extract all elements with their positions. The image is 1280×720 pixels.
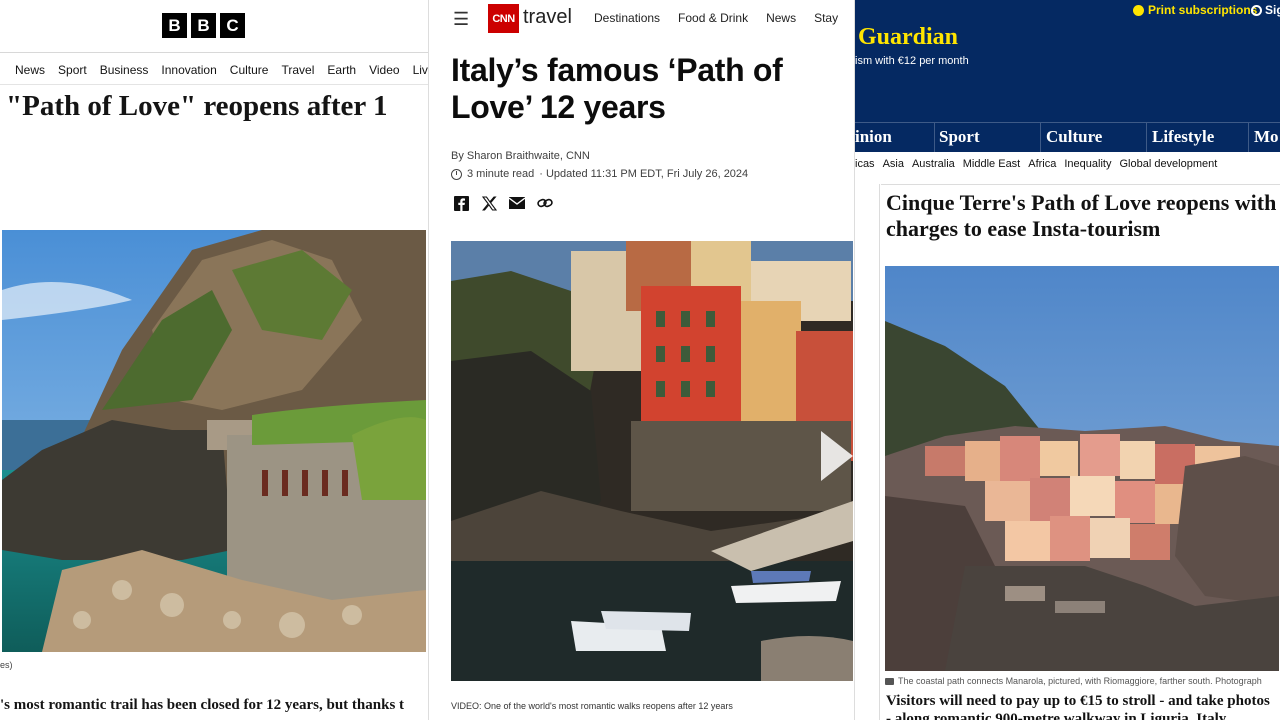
subnav-asia[interactable]: Asia <box>883 158 904 170</box>
pillar-opinion[interactable]: inion <box>855 123 935 152</box>
subnav-middle-east[interactable]: Middle East <box>963 158 1020 170</box>
bbc-nav-travel[interactable]: Travel <box>281 63 314 77</box>
photo-caption-text: The coastal path connects Manarola, pict… <box>898 676 1262 686</box>
divider <box>881 184 1280 185</box>
bbc-article-panel: B B C News Sport Business Innovation Cul… <box>0 0 428 720</box>
cnn-headline: Italy’s famous ‘Path of Love’ 12 years <box>451 52 783 125</box>
cnn-section-name[interactable]: travel <box>523 6 572 29</box>
cnn-video-thumbnail[interactable] <box>451 241 853 681</box>
guardian-logo[interactable]: Guardian <box>858 24 958 51</box>
bbc-nav-earth[interactable]: Earth <box>327 63 356 77</box>
bbc-nav-news[interactable]: News <box>15 63 45 77</box>
user-icon <box>1251 4 1262 16</box>
cnn-nav-destinations[interactable]: Destinations <box>594 11 660 25</box>
updated-timestamp: · Updated 11:31 PM EDT, Fri July 26, 202… <box>539 168 749 180</box>
pillar-lifestyle[interactable]: Lifestyle <box>1147 123 1249 152</box>
bbc-logo-letter: C <box>220 13 245 38</box>
guardian-pillar-nav: inion Sport Culture Lifestyle Mo <box>855 122 1280 152</box>
guardian-hero-photo <box>885 266 1279 671</box>
print-subscriptions-label: Print subscriptions <box>1148 3 1258 17</box>
link-icon[interactable] <box>537 195 553 211</box>
bbc-nav-video[interactable]: Video <box>369 63 399 77</box>
bbc-nav-bar: News Sport Business Innovation Culture T… <box>15 63 428 77</box>
clock-icon <box>451 168 462 180</box>
subnav-africa[interactable]: Africa <box>1028 158 1056 170</box>
cnn-nav-stay[interactable]: Stay <box>814 11 838 25</box>
guardian-headline: Cinque Terre's Path of Love reopens with… <box>886 190 1277 241</box>
camera-icon <box>885 677 894 685</box>
cnn-article-panel: ☰ CNN travel Destinations Food & Drink N… <box>428 0 854 720</box>
cnn-nav-food-drink[interactable]: Food & Drink <box>678 11 748 25</box>
guardian-standfirst: Visitors will need to pay up to €15 to s… <box>886 693 1270 720</box>
bbc-logo[interactable]: B B C <box>162 13 245 38</box>
pillar-more[interactable]: Mo <box>1249 123 1280 152</box>
divider <box>0 52 428 53</box>
guardian-header: Print subscriptions Sig Guardian ism wit… <box>855 0 1280 152</box>
hamburger-menu-icon[interactable]: ☰ <box>453 9 469 30</box>
bbc-nav-culture[interactable]: Culture <box>230 63 269 77</box>
bbc-nav-business[interactable]: Business <box>100 63 149 77</box>
support-promo[interactable]: ism with €12 per month <box>855 55 969 67</box>
subscriptions-icon <box>1133 4 1144 16</box>
read-time: 3 minute read <box>467 168 535 180</box>
subnav-australia[interactable]: Australia <box>912 158 955 170</box>
sign-in-link[interactable]: Sig <box>1251 3 1280 17</box>
byline: By Sharon Braithwaite, CNN <box>451 150 590 162</box>
print-subscriptions-link[interactable]: Print subscriptions <box>1133 3 1257 17</box>
photo-caption: The coastal path connects Manarola, pict… <box>885 676 1262 686</box>
divider <box>879 184 880 720</box>
bbc-summary: 's most romantic trail has been closed f… <box>0 697 405 713</box>
video-caption: VIDEO: One of the world's most romantic … <box>451 701 733 711</box>
bbc-nav-innovation[interactable]: Innovation <box>161 63 216 77</box>
bbc-nav-sport[interactable]: Sport <box>58 63 87 77</box>
subnav-global-development[interactable]: Global development <box>1119 158 1217 170</box>
divider <box>0 84 428 85</box>
bbc-nav-live[interactable]: Liv <box>413 63 428 77</box>
guardian-subnav: icas Asia Australia Middle East Africa I… <box>855 158 1217 170</box>
cnn-nav-news[interactable]: News <box>766 11 796 25</box>
bbc-logo-letter: B <box>191 13 216 38</box>
pillar-sport[interactable]: Sport <box>935 123 1041 152</box>
cnn-nav-bar: Destinations Food & Drink News Stay <box>594 11 838 25</box>
bbc-hero-photo <box>2 230 426 652</box>
bbc-headline: "Path of Love" reopens after 1 <box>6 90 388 122</box>
cnn-logo[interactable]: CNN <box>488 4 519 33</box>
email-icon[interactable] <box>509 195 525 211</box>
guardian-article-panel: Print subscriptions Sig Guardian ism wit… <box>854 0 1280 720</box>
pillar-culture[interactable]: Culture <box>1041 123 1147 152</box>
bbc-logo-letter: B <box>162 13 187 38</box>
share-bar <box>453 195 553 211</box>
article-meta: 3 minute read · Updated 11:31 PM EDT, Fr… <box>451 168 748 180</box>
x-icon[interactable] <box>481 195 497 211</box>
facebook-icon[interactable] <box>453 195 469 211</box>
subnav-americas[interactable]: icas <box>855 158 875 170</box>
photo-credit: es) <box>0 660 13 670</box>
sign-in-label: Sig <box>1265 3 1280 17</box>
subnav-inequality[interactable]: Inequality <box>1064 158 1111 170</box>
